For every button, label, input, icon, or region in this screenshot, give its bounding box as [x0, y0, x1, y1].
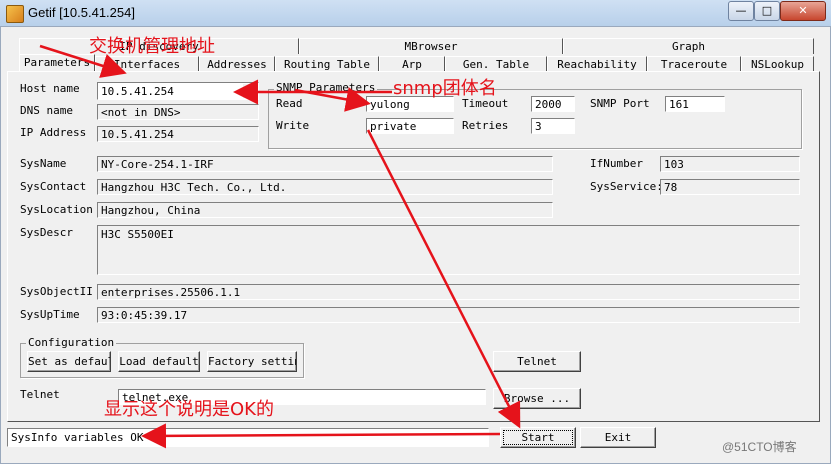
annotation-arrows	[39, 44, 521, 449]
watermark: @51CTO博客	[722, 440, 797, 454]
annotation-switch-ip: 交换机管理地址	[89, 36, 215, 57]
annotation-ok-note: 显示这个说明是OK的	[104, 399, 274, 420]
arrow-to-start	[366, 129, 521, 429]
arrow-to-status	[141, 423, 501, 449]
annotation-community: snmp团体名	[393, 78, 497, 99]
